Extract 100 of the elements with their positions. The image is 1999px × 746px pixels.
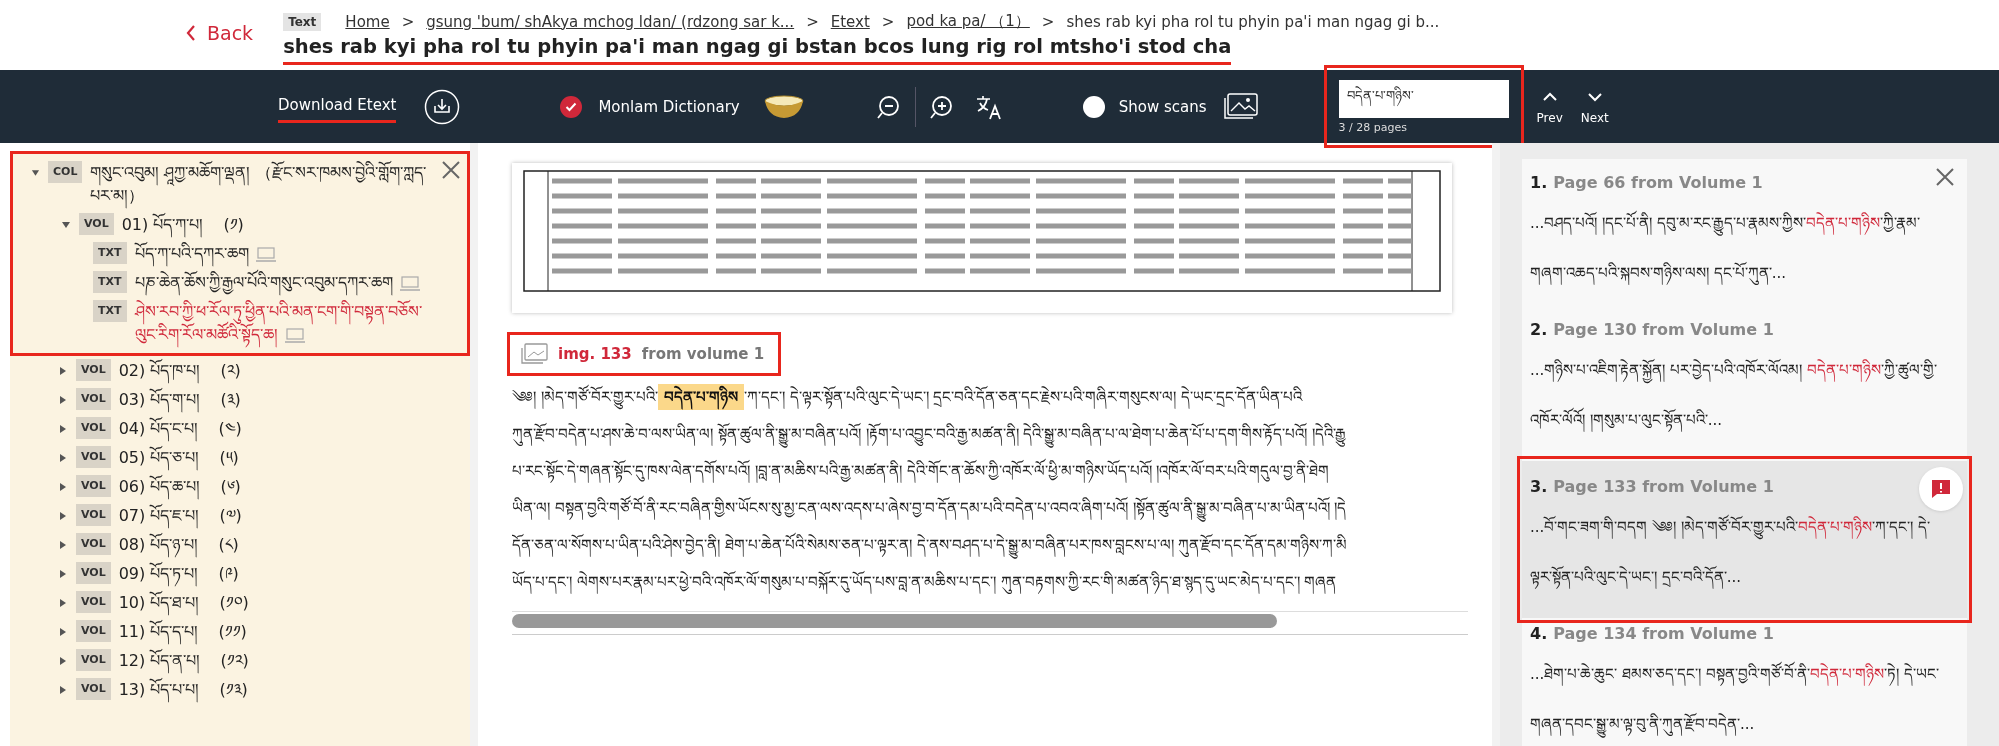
tree-item[interactable]: 02) པོད་ཁ་པ། xyxy=(118,359,201,382)
volume-number: (༤) xyxy=(218,418,242,440)
text-line: ཡོད་པ་དང་། ལེགས་པར་རྣམ་པར་ཕྱེ་བའི་འཁོར་ལོ་གསུམ་པ་བསྐོར་དུ་ཡོད་པས་བླ་ན་མཆིས་པ་དང་། ཀུན་བརྟགས་ཀྱི་རང་གི་མཚན་ཉིད་ཐ་སྙད་དུ་ཡང་མེད་པ་དང་། གཞན xyxy=(512,564,1468,601)
caret-right-icon[interactable] xyxy=(58,366,68,376)
breadcrumb-separator: > xyxy=(881,12,895,31)
caret-right-icon[interactable] xyxy=(58,395,68,405)
type-tag: VOL xyxy=(79,213,114,235)
zoom-out-icon[interactable] xyxy=(875,93,902,120)
tree-item[interactable]: 10) པོད་ཐ་པ། xyxy=(118,591,200,614)
caret-right-icon[interactable] xyxy=(58,482,68,492)
tree-item[interactable]: 09) པོད་ཏ་པ། xyxy=(118,562,199,585)
type-tag: TXT xyxy=(93,300,127,322)
tree-item[interactable]: 04) པོད་ང་པ། xyxy=(118,417,199,440)
search-result[interactable]: 1. Page 66 from Volume 1 ...བཤད་པའོ། །དང་པོ་ནི། དབུ་མ་རང་རྒྱུད་པ་རྣམས་ཀྱིས་བདེན་པ་གཉིས་ཀྱི་རྣམ་གཞག་འཆད་པའི་སྐབས་གཉིས་ལས། དང་པོ་ཀུན་... xyxy=(1522,173,1967,314)
report-button[interactable] xyxy=(1919,467,1963,511)
caret-right-icon[interactable] xyxy=(58,627,68,637)
close-icon[interactable] xyxy=(441,160,461,180)
volume-number: (༡༢) xyxy=(220,650,249,672)
tree-item[interactable]: པཎ་ཆེན་ཆོས་ཀྱི་རྒྱལ་པོའི་གསུང་འབུམ་དཀར་ཆག xyxy=(134,271,421,294)
volume-number: (༨) xyxy=(218,534,239,556)
type-tag: VOL xyxy=(76,533,111,555)
result-snippet: ...གཉིས་པ་འཇིག་རྟེན་སྐྱོན། པར་བྱེད་པའི་འཁོར་ལོའམ། བདེན་པ་གཉིས་ཀྱི་ཚུལ་གྱི་འཁོར་ལོའོ། །གསུམ་པ་ལུང་སྟོན་པའི་... xyxy=(1530,345,1953,445)
zoom-in-icon[interactable] xyxy=(928,93,955,120)
prev-button[interactable]: Prev xyxy=(1536,88,1563,125)
checkmark-icon xyxy=(565,101,578,112)
volume-number: (༡༡) xyxy=(218,621,247,643)
result-title: Page 133 from Volume 1 xyxy=(1553,477,1774,496)
tree-item[interactable]: པོད་ཀ་པའི་དཀར་ཆག xyxy=(134,242,277,265)
type-tag: VOL xyxy=(76,446,111,468)
type-tag: VOL xyxy=(76,359,111,381)
caret-right-icon[interactable] xyxy=(58,656,68,666)
volume-number: (༡༠) xyxy=(219,592,249,614)
back-link[interactable]: Back xyxy=(185,22,254,44)
search-result[interactable]: 4. Page 134 from Volume 1 ...ཐེག་པ་ཆེ་ཆུང་ ཐམས་ཅད་དང་། བསྟན་བྱའི་གཙོ་བོ་ནི་བདེན་པ་གཉིས་ཏེ། དེ་ཡང་གཞན་དབང་སྒྱུ་མ་ལྟ་བུ་ནི་ཀུན་རྫོབ་བདེན་... xyxy=(1522,624,1967,746)
page-count: 3 / 28 pages xyxy=(1338,121,1408,134)
bowl-icon xyxy=(761,92,806,121)
type-tag: VOL xyxy=(76,475,111,497)
page-title: shes rab kyi pha rol tu phyin pa'i man ngag gi bstan bcos lung rig rol mtsho'i stod cha xyxy=(283,35,1232,65)
breadcrumb-current: shes rab kyi pha rol tu phyin pa'i man ngag gi b... xyxy=(1066,12,1440,31)
result-title: Page 134 from Volume 1 xyxy=(1553,624,1774,643)
volume-number: (༦) xyxy=(220,476,241,498)
scans-label: Show scans xyxy=(1118,97,1207,116)
result-number: 4. xyxy=(1530,624,1548,643)
breadcrumb-link[interactable]: gsung 'bum/ shAkya mchog ldan/ (rdzong sar k... xyxy=(426,12,795,31)
image-number: img. 133 xyxy=(558,345,632,363)
tree-item[interactable]: 07) པོད་ཇ་པ། xyxy=(118,504,200,527)
dictionary-label: Monlam Dictionary xyxy=(598,97,740,116)
volume-number: (༩) xyxy=(218,563,239,585)
volume-number: (༥) xyxy=(219,447,239,469)
volume-number: (༡) xyxy=(223,214,244,236)
tree-item[interactable]: 08) པོད་ཉ་པ། xyxy=(118,533,199,556)
breadcrumb-link[interactable]: Home xyxy=(345,12,390,31)
type-tag: TXT xyxy=(93,271,127,293)
search-field[interactable]: བདེན་པ་གཉིས་ xyxy=(1338,80,1509,118)
type-tag: VOL xyxy=(76,388,111,410)
result-title: Page 66 from Volume 1 xyxy=(1553,173,1763,192)
tree-item[interactable]: 01) པོད་ཀ་པ། xyxy=(121,213,204,236)
tree-item[interactable]: 13) པོད་པ་པ། xyxy=(118,678,200,701)
caret-right-icon[interactable] xyxy=(58,598,68,608)
breadcrumb-separator: > xyxy=(1041,12,1055,31)
type-tag: VOL xyxy=(76,591,111,613)
close-icon[interactable] xyxy=(1935,167,1955,187)
breadcrumb-link[interactable]: pod ka pa/ （1） xyxy=(906,12,1030,31)
caret-down-icon[interactable] xyxy=(61,220,71,230)
tree-item[interactable]: 12) པོད་ན་པ། xyxy=(118,649,201,672)
caret-right-icon[interactable] xyxy=(58,685,68,695)
tree-item[interactable]: གསུང་འབུམ། ཤཱཀྱ་མཆོག་ལྡན། （རྫོང་སར་ཁམས་བྱེའི་གློག་ཀླད་པར་མ།） xyxy=(90,161,439,207)
download-icon[interactable] xyxy=(424,88,461,125)
caret-right-icon[interactable] xyxy=(58,540,68,550)
volume-label: from volume 1 xyxy=(641,345,765,363)
type-tag: VOL xyxy=(76,417,111,439)
scrollbar-thumb[interactable] xyxy=(512,614,1277,628)
download-button[interactable]: Download Etext xyxy=(278,90,397,123)
text-line: ཡིན་ལ། བསྟན་བྱའི་གཙོ་བོ་ནི་རང་བཞིན་གྱིས་ཡོངས་སུ་མྱ་ངན་ལས་འདས་པ་ཞེས་བྱ་བ་དོན་དམ་པའི་བདེན་པ་འབའ་ཞིག་པའོ། །སྟོན་ཚུལ་ནི་སྒྱུ་མ་བཞིན་པ་མ་ཡིན་པའོ། །དེ xyxy=(512,490,1468,527)
search-result[interactable]: 2. Page 130 from Volume 1 ...གཉིས་པ་འཇིག་རྟེན་སྐྱོན། པར་བྱེད་པའི་འཁོར་ལོའམ། བདེན་པ་གཉིས་ཀྱི་ཚུལ་གྱི་འཁོར་ལོའོ། །གསུམ་པ་ལུང་སྟོན་པའི་... xyxy=(1522,320,1967,461)
volume-number: (༧) xyxy=(219,505,242,527)
caret-down-icon[interactable] xyxy=(31,168,40,178)
type-tag: VOL xyxy=(76,649,111,671)
type-tag: VOL xyxy=(76,562,111,584)
tree-item[interactable]: 05) པོད་ཅ་པ། xyxy=(118,446,200,469)
caret-right-icon[interactable] xyxy=(58,569,68,579)
caret-right-icon[interactable] xyxy=(58,453,68,463)
result-number: 1. xyxy=(1530,173,1548,192)
checkbox[interactable] xyxy=(560,95,583,118)
next-button[interactable]: Next xyxy=(1580,88,1609,125)
text-line: པ་རང་སྟོང་དེ་གཞན་སྟོང་དུ་ཁས་ལེན་དགོས་པའོ། །བླ་ན་མཆིས་པའི་རྒྱ་མཚན་ནི། དེའི་གོང་ན་ཆོས་ཀྱི་འཁོར་ལོ་ཕྱི་མ་གཉིས་ཡོད་པའོ། །འཁོར་ལོ་བར་པའི་གདུལ་བྱ་ནི་ཐེག xyxy=(512,453,1468,490)
caret-right-icon[interactable] xyxy=(58,424,68,434)
breadcrumb-link[interactable]: Etext xyxy=(830,12,870,31)
result-title: Page 130 from Volume 1 xyxy=(1553,320,1774,339)
caret-right-icon[interactable] xyxy=(58,511,68,521)
result-number: 2. xyxy=(1530,320,1548,339)
result-number: 3. xyxy=(1530,477,1548,496)
volume-number: (༢) xyxy=(220,360,241,382)
result-snippet: ...བཤད་པའོ། །དང་པོ་ནི། དབུ་མ་རང་རྒྱུད་པ་རྣམས་ཀྱིས་བདེན་པ་གཉིས་ཀྱི་རྣམ་གཞག་འཆད་པའི་སྐབས་གཉིས་ལས། དང་པོ་ཀུན་... xyxy=(1530,198,1953,298)
toggle-switch[interactable] xyxy=(1082,95,1105,118)
tree-item[interactable]: 03) པོད་ག་པ། xyxy=(118,388,201,411)
type-tag: VOL xyxy=(76,620,111,642)
tree-item[interactable]: 11) པོད་ད་པ། xyxy=(118,620,199,643)
tree-item[interactable]: 06) པོད་ཆ་པ། xyxy=(118,475,201,498)
volume-number: (༣) xyxy=(220,389,241,411)
